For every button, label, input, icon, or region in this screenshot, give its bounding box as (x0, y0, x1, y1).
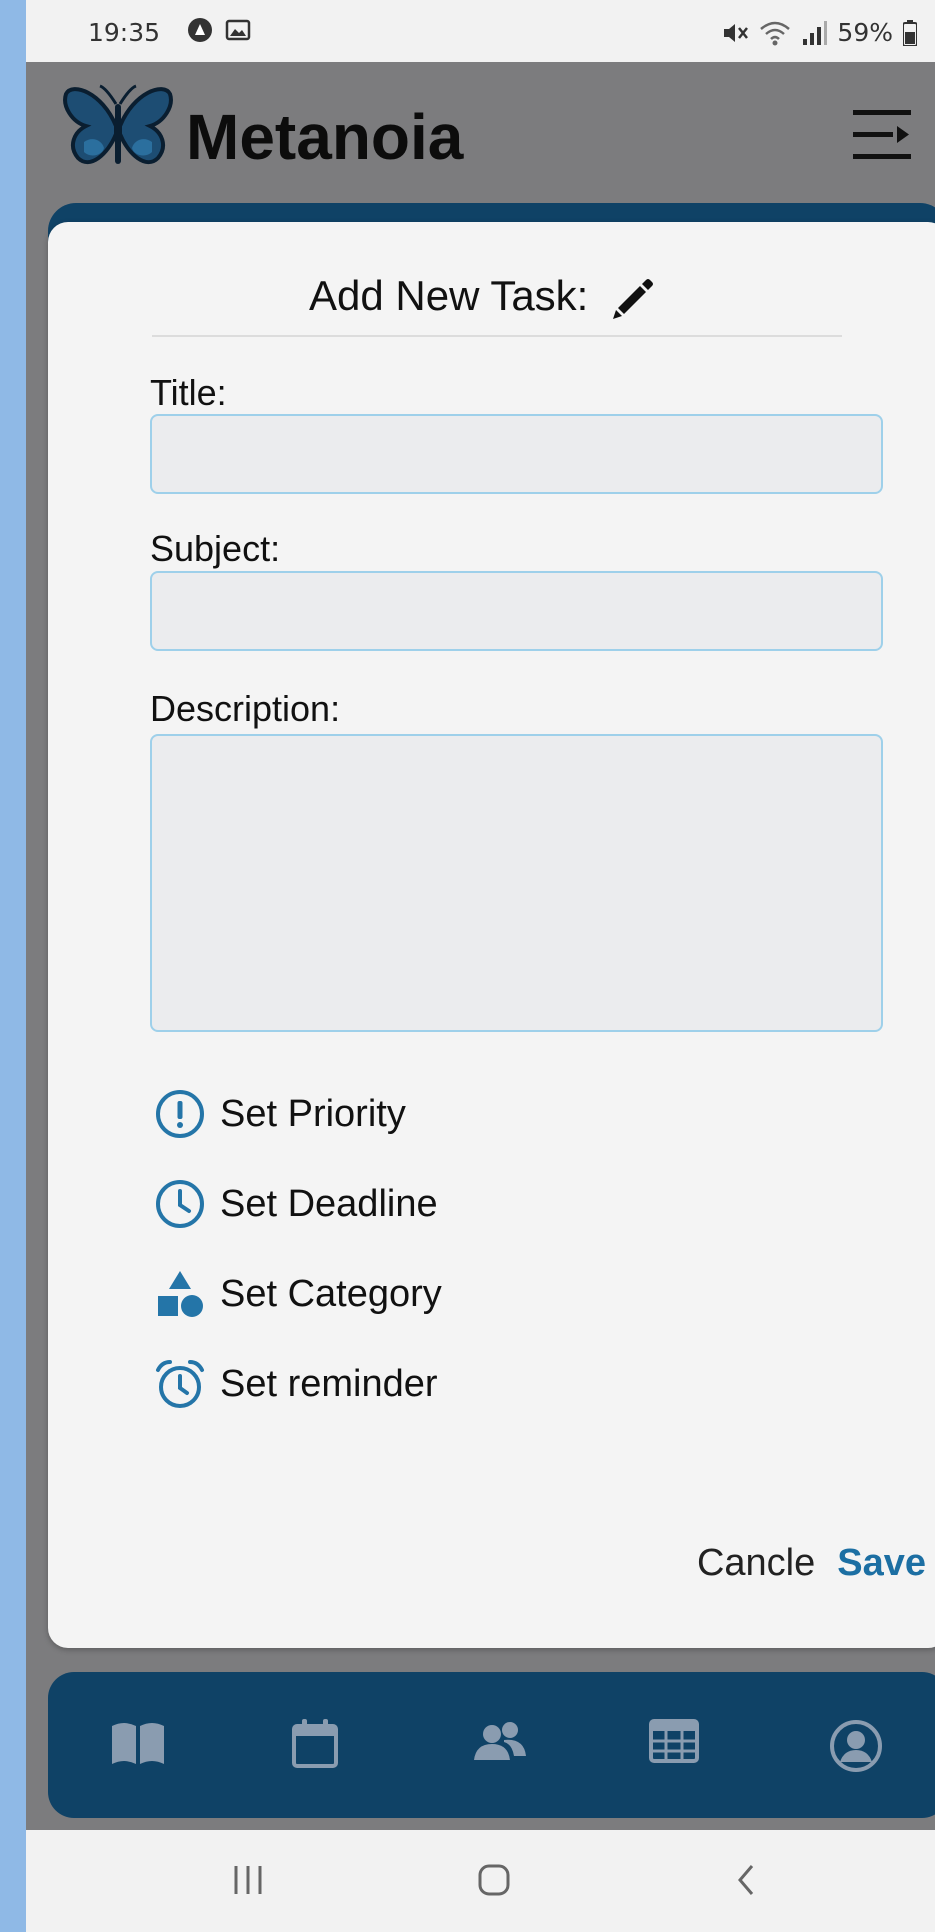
exclamation-circle-icon (156, 1090, 204, 1138)
set-priority-label: Set Priority (220, 1092, 406, 1135)
description-textarea[interactable] (150, 734, 883, 1032)
table-icon[interactable] (648, 1718, 700, 1764)
shapes-icon (158, 1271, 203, 1317)
set-reminder-option[interactable]: Set reminder (154, 1358, 438, 1410)
title-input[interactable] (150, 414, 883, 494)
home-icon[interactable] (474, 1860, 514, 1900)
recent-apps-icon[interactable] (232, 1860, 264, 1900)
gallery-notification-icon (225, 19, 251, 41)
title-divider (152, 335, 842, 337)
cancel-button[interactable]: Cancle (697, 1542, 815, 1585)
signal-icon (803, 20, 828, 45)
description-label: Description: (150, 688, 341, 729)
set-reminder-label: Set reminder (220, 1362, 438, 1405)
set-category-option[interactable]: Set Category (154, 1268, 442, 1320)
user-circle-icon[interactable] (828, 1718, 884, 1774)
bottom-nav (48, 1672, 935, 1818)
calendar-icon[interactable] (290, 1718, 340, 1770)
back-icon[interactable] (732, 1860, 760, 1900)
phone-screen: 19:35 59% Metanoia Add New Task: Title: … (26, 0, 935, 1932)
status-bar: 19:35 59% (26, 0, 935, 62)
pencil-icon (613, 278, 654, 319)
set-deadline-label: Set Deadline (220, 1182, 438, 1225)
dialog-title: Add New Task: (48, 272, 917, 322)
book-icon[interactable] (110, 1718, 166, 1768)
set-priority-option[interactable]: Set Priority (154, 1088, 406, 1140)
set-category-label: Set Category (220, 1272, 442, 1315)
app-header: Metanoia (26, 62, 935, 200)
battery-icon (903, 19, 917, 46)
menu-icon[interactable] (851, 106, 913, 164)
mute-icon (724, 23, 749, 42)
dialog-actions: Cancle Save (697, 1542, 926, 1585)
butterfly-logo (63, 84, 173, 165)
set-deadline-option[interactable]: Set Deadline (154, 1178, 438, 1230)
battery-percent: 59% (837, 18, 893, 47)
wifi-icon (760, 21, 791, 45)
people-icon[interactable] (470, 1718, 528, 1768)
save-button[interactable]: Save (837, 1542, 926, 1585)
app-title: Metanoia (186, 101, 464, 173)
clock-icon (156, 1180, 204, 1228)
dialog-title-text: Add New Task: (308, 272, 589, 319)
add-task-dialog: Add New Task: Title: Subject: Descriptio… (48, 222, 935, 1648)
alarm-clock-icon (156, 1360, 204, 1408)
status-time: 19:35 (88, 18, 161, 47)
subject-label: Subject: (150, 528, 281, 569)
title-label: Title: (150, 372, 227, 413)
system-nav-bar (26, 1830, 935, 1932)
app-notification-icon (188, 18, 212, 42)
subject-input[interactable] (150, 571, 883, 651)
